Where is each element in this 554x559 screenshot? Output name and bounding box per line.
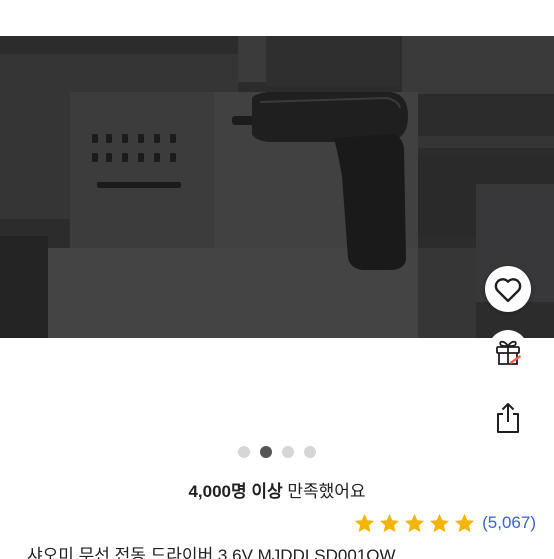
gift-icon <box>496 340 521 365</box>
gift-button[interactable] <box>487 330 529 376</box>
star-icon <box>430 513 450 532</box>
star-rating <box>353 512 476 535</box>
product-image[interactable] <box>0 36 554 338</box>
share-button[interactable] <box>488 398 528 438</box>
star-icon <box>405 513 425 532</box>
heart-icon <box>494 278 522 303</box>
product-photo <box>0 36 554 338</box>
star-icon <box>380 513 400 532</box>
carousel-dot-active[interactable] <box>260 446 272 458</box>
carousel-dot[interactable] <box>238 446 250 458</box>
rating-summary[interactable]: (5,067) <box>353 510 536 536</box>
satisfaction-suffix: 만족했어요 <box>282 482 366 501</box>
wishlist-button[interactable] <box>485 266 531 312</box>
star-icon <box>355 513 375 532</box>
share-icon <box>497 403 519 433</box>
review-count-link[interactable]: (5,067) <box>482 513 536 533</box>
carousel-dot[interactable] <box>304 446 316 458</box>
satisfaction-text: 4,000명 이상 만족했어요 <box>0 477 554 502</box>
carousel-indicator <box>0 446 554 460</box>
satisfaction-count: 4,000명 이상 <box>188 482 283 501</box>
star-icon <box>455 513 475 532</box>
product-title: 샤오미 무선 전동 드라이버 3.6V MJDDLSD001QW <box>27 546 396 559</box>
carousel-dot[interactable] <box>282 446 294 458</box>
